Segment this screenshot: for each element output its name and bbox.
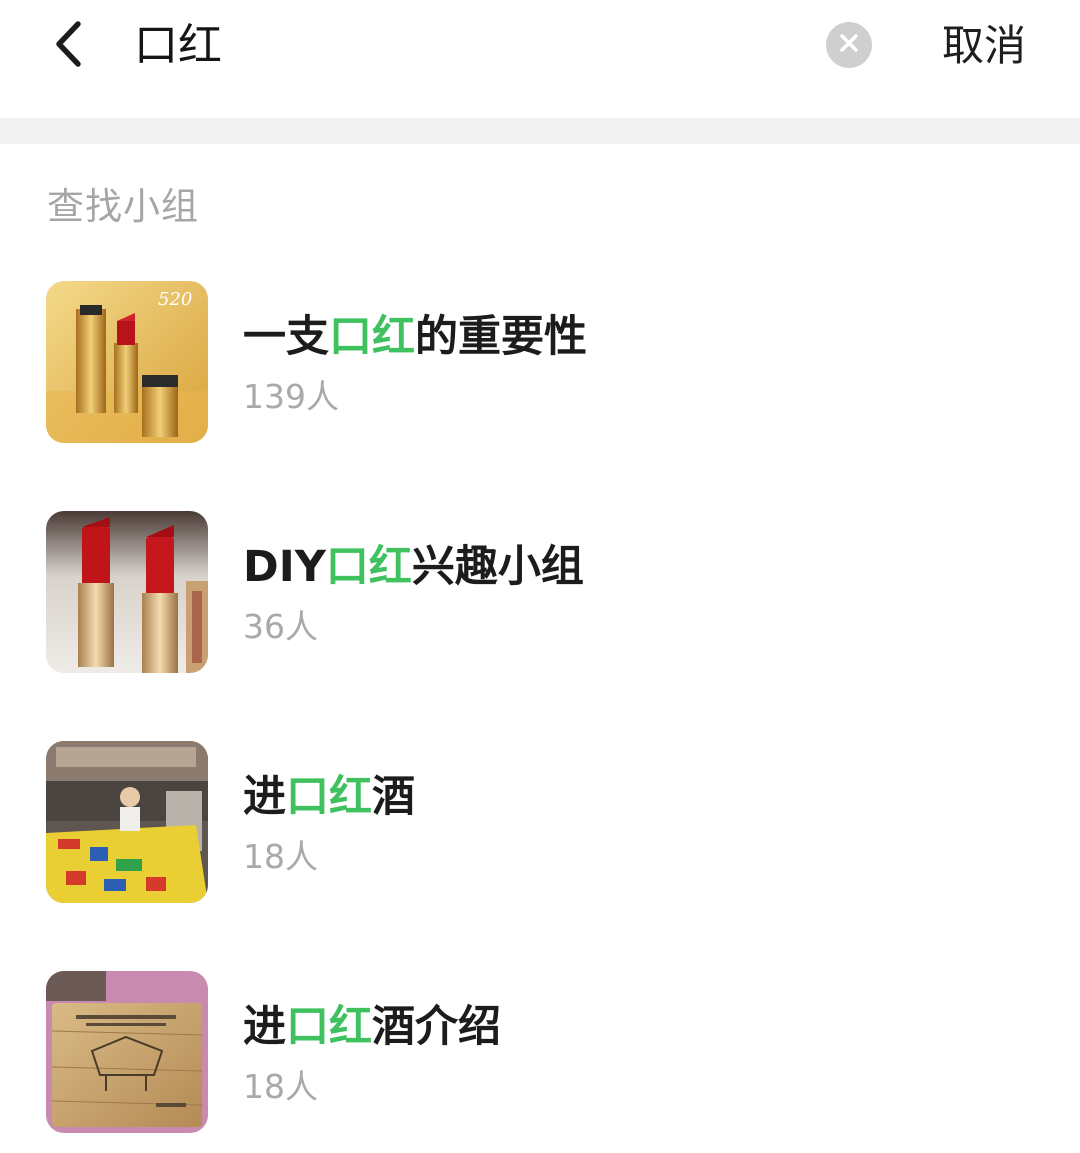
group-thumbnail: 520 bbox=[46, 281, 208, 443]
search-header: 口红 取消 bbox=[0, 0, 1080, 118]
group-name: DIY口红兴趣小组 bbox=[243, 542, 584, 592]
member-count: 36人 bbox=[243, 607, 318, 646]
header-divider bbox=[0, 118, 1080, 144]
member-count: 18人 bbox=[243, 1067, 318, 1106]
clear-search-button[interactable] bbox=[826, 22, 872, 68]
section-title: 查找小组 bbox=[47, 185, 199, 228]
cancel-button[interactable]: 取消 bbox=[942, 18, 1026, 74]
group-thumbnail bbox=[46, 971, 208, 1133]
search-input[interactable]: 口红 bbox=[134, 18, 222, 74]
svg-text:520: 520 bbox=[158, 289, 192, 310]
member-count: 18人 bbox=[243, 837, 318, 876]
close-icon bbox=[838, 32, 860, 58]
group-list-item[interactable]: 进口红酒介绍 18人 bbox=[0, 971, 1080, 1141]
group-list-item[interactable]: 进口红酒 18人 bbox=[0, 741, 1080, 911]
back-button[interactable] bbox=[38, 14, 98, 78]
chevron-left-icon bbox=[51, 19, 85, 73]
group-thumbnail bbox=[46, 511, 208, 673]
member-count: 139人 bbox=[243, 377, 339, 416]
group-name: 一支口红的重要性 bbox=[243, 312, 587, 362]
group-thumbnail bbox=[46, 741, 208, 903]
group-list-item[interactable]: DIY口红兴趣小组 36人 bbox=[0, 511, 1080, 681]
group-list-item[interactable]: 520 一支口红的重要性 139人 bbox=[0, 281, 1080, 451]
group-name: 进口红酒介绍 bbox=[243, 1002, 501, 1052]
group-name: 进口红酒 bbox=[243, 772, 415, 822]
